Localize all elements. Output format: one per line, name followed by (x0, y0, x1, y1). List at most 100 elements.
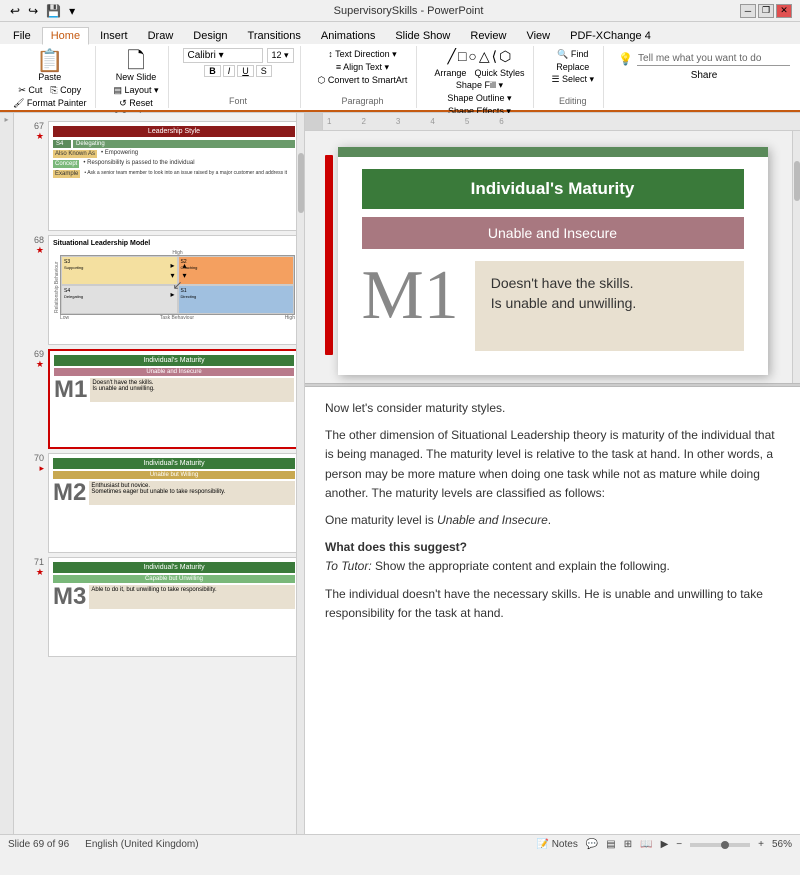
slide-count: Slide 69 of 96 (8, 839, 69, 850)
tab-transitions[interactable]: Transitions (239, 27, 310, 44)
horizontal-ruler: 123456 (305, 113, 800, 131)
scrollbar-thumb[interactable] (298, 153, 304, 213)
view-slide-sorter-icon[interactable]: ⊞ (624, 839, 632, 850)
paste-button[interactable]: 📋 Paste (32, 48, 67, 84)
font-size-selector[interactable]: 12 ▾ (267, 48, 294, 63)
paste-icon: 📋 (36, 50, 63, 72)
cut-button[interactable]: ✂ Cut (15, 84, 45, 97)
slide-title: Individual's Maturity (471, 179, 635, 198)
slide-70-num: 70 (34, 453, 44, 463)
zoom-in-button[interactable]: + (758, 839, 764, 850)
s68-y-axis: Relationship Behaviour (53, 250, 60, 325)
s68-quad-s3: S3Supporting ▸ ▾ (61, 256, 178, 285)
zoom-out-button[interactable]: − (676, 839, 682, 850)
ribbon-group-editing: 🔍 Find Replace ☰ Select ▾ Editing (542, 46, 604, 108)
restore-button[interactable]: ❐ (758, 4, 774, 18)
slide-71-num: 71 (34, 557, 44, 567)
tab-draw[interactable]: Draw (139, 27, 183, 44)
minimize-button[interactable]: ─ (740, 4, 756, 18)
notes-italic: Unable and Insecure (437, 513, 548, 527)
save-button[interactable]: 💾 (44, 3, 63, 19)
slide-m1: M1 (362, 261, 459, 331)
font-selector[interactable]: Calibri ▾ (183, 48, 263, 63)
editing-label: Editing (559, 94, 587, 106)
slide-71-thumb[interactable]: Individual's Maturity Capable but Unwill… (48, 557, 300, 657)
tab-file[interactable]: File (4, 27, 40, 44)
slide-68-star: ★ (36, 245, 44, 256)
zoom-handle[interactable] (721, 841, 729, 849)
slide-area-scrollbar-thumb[interactable] (794, 161, 800, 201)
convert-smartart-button[interactable]: ⬡ Convert to SmartArt (315, 74, 411, 87)
text-direction-button[interactable]: ↕ Text Direction ▾ (325, 48, 399, 61)
tab-pdfxchange[interactable]: PDF-XChange 4 (561, 27, 660, 44)
tell-me-input[interactable]: Tell me what you want to do (637, 52, 790, 66)
comments-icon[interactable]: 💬 (586, 839, 598, 850)
status-bar: Slide 69 of 96 English (United Kingdom) … (0, 834, 800, 854)
quick-styles-button[interactable]: Quick Styles (471, 67, 527, 79)
slide-70-thumb[interactable]: Individual's Maturity Unable but Willing… (48, 453, 300, 553)
slide-subtitle: Unable and Insecure (488, 225, 617, 241)
ribbon-tabs: File Home Insert Draw Design Transitions… (0, 22, 800, 44)
italic-button[interactable]: I (223, 65, 236, 77)
window-controls[interactable]: ─ ❐ ✕ (740, 4, 792, 18)
shape-outline-button[interactable]: Shape Outline ▾ (444, 92, 514, 105)
slide-desc-line1: Doesn't have the skills. (491, 275, 728, 291)
find-button[interactable]: 🔍 Find (554, 48, 591, 61)
arrange-button[interactable]: Arrange (431, 67, 469, 79)
s70-m2-label: M2 (53, 481, 86, 505)
slide-69-thumb[interactable]: Individual's Maturity Unable and Insecur… (48, 349, 300, 449)
shape-fill-button[interactable]: Shape Fill ▾ (453, 79, 506, 92)
bold-button[interactable]: B (204, 65, 221, 77)
tab-review[interactable]: Review (461, 27, 515, 44)
format-painter-button[interactable]: 🖌 Format Painter (10, 97, 89, 110)
slide-desc-line2: Is unable and unwilling. (491, 295, 728, 311)
ruler-marks: 123456 (323, 113, 800, 130)
slide-list: 67 ★ Leadership Style S4 Delegating Also… (22, 117, 300, 657)
left-red-marker (325, 155, 333, 355)
view-reading-icon[interactable]: 📖 (640, 839, 652, 850)
view-normal-icon[interactable]: ▤ (606, 839, 615, 850)
layout-button[interactable]: ▤ Layout ▾ (110, 84, 161, 97)
share-button[interactable]: Share (691, 70, 718, 81)
select-button[interactable]: ☰ Select ▾ (548, 73, 597, 86)
slide-display-area: Individual's Maturity Unable and Insecur… (305, 131, 800, 383)
slideshow-icon[interactable]: ▶ (661, 839, 669, 850)
tab-slideshow[interactable]: Slide Show (386, 27, 459, 44)
s70-desc: Enthusiast but novice.Sometimes eager bu… (89, 481, 295, 505)
slide-desc-box: Doesn't have the skills. Is unable and u… (475, 261, 744, 351)
slide-content-area: M1 Doesn't have the skills. Is unable an… (338, 249, 768, 375)
s69-title: Individual's Maturity (54, 355, 294, 366)
underline-button[interactable]: U (237, 65, 254, 77)
s71-subtitle: Capable but Unwilling (53, 575, 295, 583)
tab-home[interactable]: Home (42, 27, 89, 45)
redo-button[interactable]: ↪ (26, 3, 40, 19)
slide-68-thumb[interactable]: Situational Leadership Model Relationshi… (48, 235, 300, 345)
notes-para2: One maturity level is Unable and Insecur… (325, 511, 780, 530)
quick-access-toolbar[interactable]: ↩ ↪ 💾 ▾ (8, 3, 77, 19)
tab-design[interactable]: Design (184, 27, 236, 44)
slide-67-thumb[interactable]: Leadership Style S4 Delegating Also Know… (48, 121, 300, 231)
tab-animations[interactable]: Animations (312, 27, 384, 44)
slide-panel: ▸ 67 ★ Leadership Style S4 Delegating (0, 113, 305, 834)
quick-access-more[interactable]: ▾ (67, 3, 77, 19)
main-slide[interactable]: Individual's Maturity Unable and Insecur… (338, 147, 768, 375)
notes-view-icon[interactable]: 📝 Notes (536, 839, 577, 850)
strikethrough-button[interactable]: S (256, 65, 272, 77)
panel-scrollbar[interactable] (296, 113, 304, 834)
s67-known-label: Also Known As (53, 150, 97, 158)
slide-title-box: Individual's Maturity (362, 169, 744, 209)
undo-button[interactable]: ↩ (8, 3, 22, 19)
align-text-button[interactable]: ≡ Align Text ▾ (333, 61, 392, 74)
new-slide-icon: 🗋 (127, 50, 145, 72)
tab-insert[interactable]: Insert (91, 27, 137, 44)
replace-button[interactable]: Replace (553, 61, 592, 73)
slide-view-container: Individual's Maturity Unable and Insecur… (305, 131, 800, 834)
close-button[interactable]: ✕ (776, 4, 792, 18)
zoom-slider[interactable] (690, 843, 750, 847)
slide-area-scrollbar[interactable] (792, 131, 800, 383)
reset-button[interactable]: ↺ Reset (116, 97, 156, 110)
tab-view[interactable]: View (517, 27, 559, 44)
copy-button[interactable]: ⎘ Copy (47, 84, 84, 97)
app-title: SupervisorySkills - PowerPoint (77, 5, 740, 17)
new-slide-button[interactable]: 🗋 New Slide (112, 48, 161, 84)
